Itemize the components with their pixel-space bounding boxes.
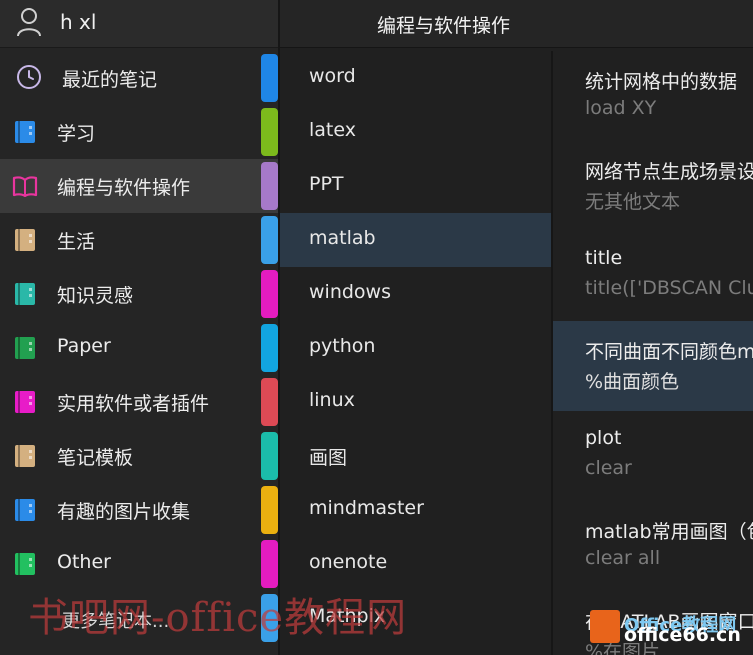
notebook-panel: h xl 最近的笔记学习编程与软件操作 生活知识灵感 Paper 实用软件或者插件 笔记… — [0, 0, 278, 655]
page-preview: 无其他文本 — [585, 191, 681, 213]
notebook-item[interactable]: 编程与软件操作 — [0, 159, 278, 213]
section-label: PPT — [309, 173, 344, 195]
section-label: word — [309, 65, 356, 87]
page-preview: title(['DBSCAN Clu — [585, 277, 753, 299]
more-notebooks-link[interactable]: 更多笔记本... — [62, 607, 169, 633]
section-label: python — [309, 335, 376, 357]
section-list: word latex PPT matlab windows python linux 画图 mi… — [258, 51, 551, 645]
notebook-icon — [14, 498, 36, 522]
page-title: 统计网格中的数据 — [585, 71, 738, 93]
section-item[interactable]: 画图 — [258, 429, 551, 483]
page-item[interactable]: title title(['DBSCAN Clu — [553, 231, 753, 321]
site-logo: Office教程网 office66.cn — [590, 607, 750, 647]
page-preview: %曲面颜色 — [585, 371, 680, 393]
notebook-item[interactable]: 实用软件或者插件 — [0, 375, 278, 429]
notebook-label: 生活 — [57, 231, 96, 253]
notebook-item[interactable]: Other — [0, 537, 278, 591]
section-item[interactable]: Mathpix — [258, 591, 551, 645]
section-item[interactable]: linux — [258, 375, 551, 429]
page-title: title — [585, 247, 623, 269]
notebook-label: 最近的笔记 — [62, 69, 158, 91]
section-color-tab — [261, 432, 278, 480]
notebook-item[interactable]: 学习 — [0, 105, 278, 159]
notebook-item[interactable]: 有趣的图片收集 — [0, 483, 278, 537]
section-item[interactable]: windows — [258, 267, 551, 321]
section-item[interactable]: matlab — [258, 213, 551, 267]
section-item[interactable]: mindmaster — [258, 483, 551, 537]
notebook-icon — [14, 228, 36, 252]
section-color-tab — [261, 378, 278, 426]
notebook-icon — [14, 390, 36, 414]
notebook-item[interactable]: 笔记模板 — [0, 429, 278, 483]
logo-domain: office66.cn — [624, 624, 741, 646]
section-label: linux — [309, 389, 355, 411]
section-label: Mathpix — [309, 605, 386, 627]
section-color-tab — [261, 540, 278, 588]
section-item[interactable]: python — [258, 321, 551, 375]
office-logo-icon — [590, 610, 620, 643]
section-color-tab — [261, 594, 278, 642]
section-label: matlab — [309, 227, 376, 249]
notebook-icon — [14, 120, 36, 144]
notebook-label: 笔记模板 — [57, 447, 134, 469]
notebook-icon — [14, 444, 36, 468]
page-title: matlab常用画图（包 — [585, 521, 753, 543]
open-book-icon — [12, 175, 38, 199]
notebook-icon — [14, 552, 36, 576]
section-label: latex — [309, 119, 356, 141]
user-name: h xl — [60, 10, 97, 34]
page-item[interactable]: 统计网格中的数据 load XY — [553, 51, 753, 141]
notebook-item[interactable]: 最近的笔记 — [0, 51, 278, 105]
page-title: plot — [585, 427, 622, 449]
section-color-tab — [261, 108, 278, 156]
section-color-tab — [261, 486, 278, 534]
section-item[interactable]: PPT — [258, 159, 551, 213]
section-color-tab — [261, 216, 278, 264]
notebook-label: Paper — [57, 335, 111, 357]
notebook-label: 知识灵感 — [57, 285, 134, 307]
section-label: mindmaster — [309, 497, 424, 519]
page-preview: clear all — [585, 547, 661, 569]
section-color-tab — [261, 162, 278, 210]
section-item[interactable]: onenote — [258, 537, 551, 591]
page-item[interactable]: matlab常用画图（包 clear all — [553, 501, 753, 591]
section-color-tab — [261, 54, 278, 102]
user-icon — [17, 8, 41, 37]
section-item[interactable]: latex — [258, 105, 551, 159]
current-notebook-title: 编程与软件操作 — [376, 15, 510, 37]
page-title: 不同曲面不同颜色m — [585, 341, 753, 363]
notebook-item[interactable]: Paper — [0, 321, 278, 375]
section-label: 画图 — [309, 447, 348, 469]
notebook-icon — [14, 336, 36, 360]
notebook-label: Other — [57, 551, 111, 573]
notebook-label: 实用软件或者插件 — [57, 393, 210, 415]
section-color-tab — [261, 270, 278, 318]
page-title: 网络节点生成场景设 — [585, 161, 753, 183]
section-color-tab — [261, 324, 278, 372]
section-label: windows — [309, 281, 391, 303]
page-preview: clear — [585, 457, 632, 479]
notebook-label: 有趣的图片收集 — [57, 501, 191, 523]
page-item[interactable]: 不同曲面不同颜色m %曲面颜色 — [553, 321, 753, 411]
notebook-icon — [14, 282, 36, 306]
notebook-title-bar: 编程与软件操作 — [280, 0, 753, 48]
page-item[interactable]: plot clear — [553, 411, 753, 501]
notebook-label: 编程与软件操作 — [57, 177, 191, 199]
page-list: 统计网格中的数据 load XY 网络节点生成场景设 无其他文本 title title(… — [551, 51, 753, 655]
section-item[interactable]: word — [258, 51, 551, 105]
notebook-item[interactable]: 知识灵感 — [0, 267, 278, 321]
section-label: onenote — [309, 551, 388, 573]
page-item[interactable]: 网络节点生成场景设 无其他文本 — [553, 141, 753, 231]
clock-icon — [16, 64, 41, 89]
page-preview: load XY — [585, 97, 657, 119]
notebook-item[interactable]: 生活 — [0, 213, 278, 267]
notebook-list: 最近的笔记学习编程与软件操作 生活知识灵感 Paper 实用软件或者插件 笔记模板有趣的… — [0, 51, 278, 591]
notebook-label: 学习 — [57, 123, 96, 145]
